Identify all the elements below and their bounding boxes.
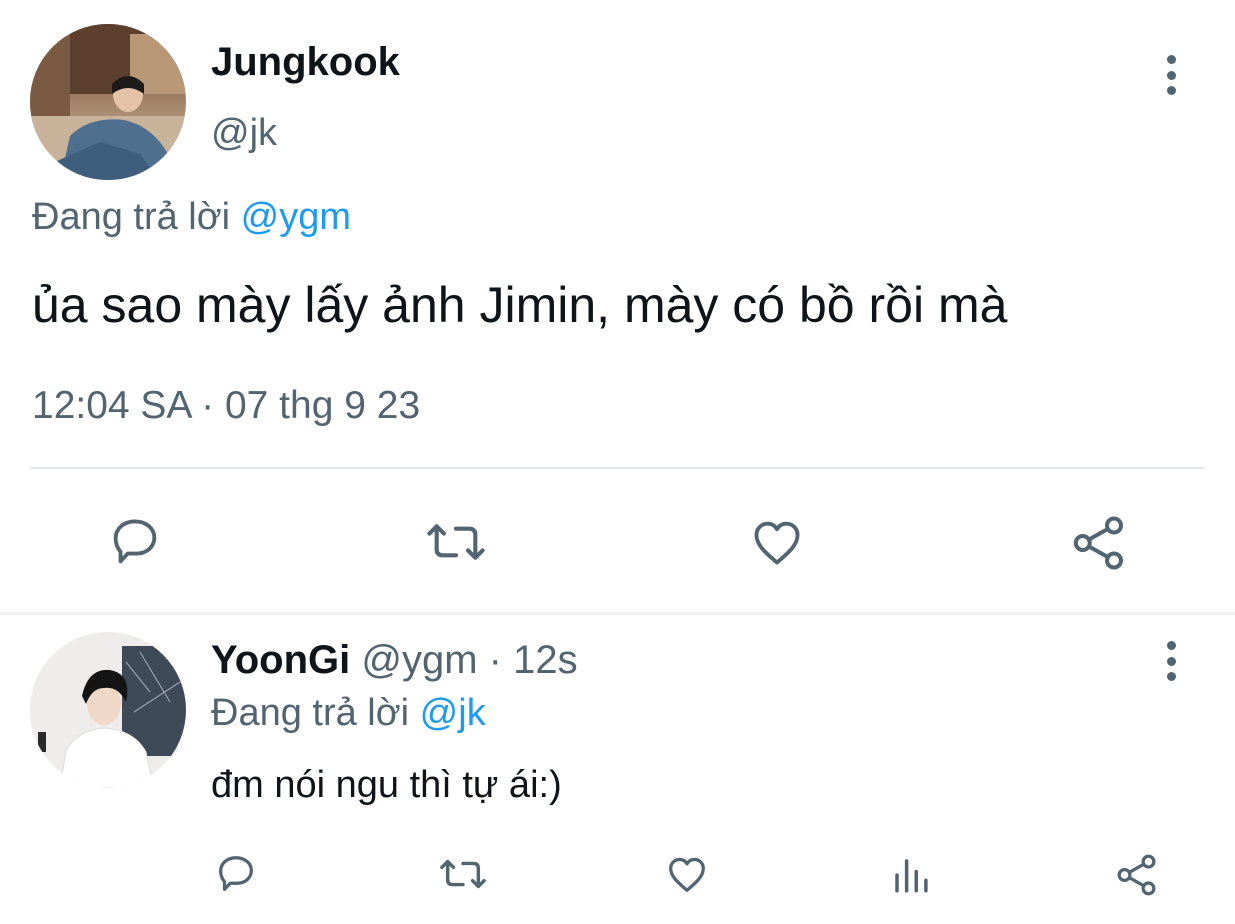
retweet-arrows-icon (440, 859, 486, 889)
heart-icon (669, 857, 705, 892)
replying-prefix: Đang trả lời (32, 196, 231, 238)
reply-retweet-button[interactable] (435, 850, 491, 898)
vertical-ellipsis-icon (1166, 641, 1176, 650)
user-handle[interactable]: @jk (211, 112, 277, 155)
heart-icon (754, 521, 800, 565)
reply-header: YoonGi @ygm · 12s (211, 638, 578, 683)
share-nodes-icon (1073, 516, 1123, 570)
tweet-timestamp[interactable]: 12:04 SA · 07 thg 9 23 (32, 384, 420, 428)
main-tweet: Jungkook @jk Đang trả lời @ygm ủa sao mà… (0, 0, 1235, 612)
speech-bubble-icon (113, 519, 157, 564)
reply-reply-button[interactable] (212, 850, 260, 898)
reply-more-options-button[interactable] (1156, 641, 1186, 681)
avatar-photo (30, 632, 186, 788)
display-name[interactable]: Jungkook (211, 40, 400, 85)
bar-chart-icon (895, 859, 928, 893)
retweet-arrows-icon (427, 524, 485, 560)
reply-text: đm nói ngu thì tự ái:) (211, 764, 562, 806)
replying-to-mention[interactable]: @ygm (241, 196, 351, 238)
replying-to-line: Đang trả lời @ygm (32, 196, 351, 239)
replying-prefix: Đang trả lời (211, 692, 410, 734)
like-button[interactable] (745, 510, 809, 574)
speech-bubble-icon (219, 856, 253, 891)
divider (30, 467, 1204, 469)
reply-avatar[interactable] (30, 632, 186, 788)
retweet-button[interactable] (420, 510, 492, 574)
reply-share-button[interactable] (1112, 850, 1162, 900)
vertical-ellipsis-icon (1166, 55, 1176, 64)
share-button[interactable] (1066, 510, 1132, 576)
reply-handle-time: @ygm · 12s (361, 638, 578, 682)
reply-replying-to-line: Đang trả lời @jk (211, 692, 486, 735)
reply-display-name[interactable]: YoonGi (211, 638, 350, 682)
reply-views-button[interactable] (888, 852, 934, 898)
tweet-text: ủa sao mày lấy ảnh Jimin, mày có bồ rồi … (32, 277, 1008, 333)
avatar[interactable] (30, 24, 186, 180)
avatar-photo (30, 24, 186, 180)
share-nodes-icon (1117, 854, 1156, 896)
reply-button[interactable] (100, 510, 170, 574)
tweet-separator (0, 612, 1235, 615)
replying-to-mention[interactable]: @jk (420, 692, 486, 734)
reply-like-button[interactable] (662, 850, 712, 898)
more-options-button[interactable] (1156, 55, 1186, 95)
